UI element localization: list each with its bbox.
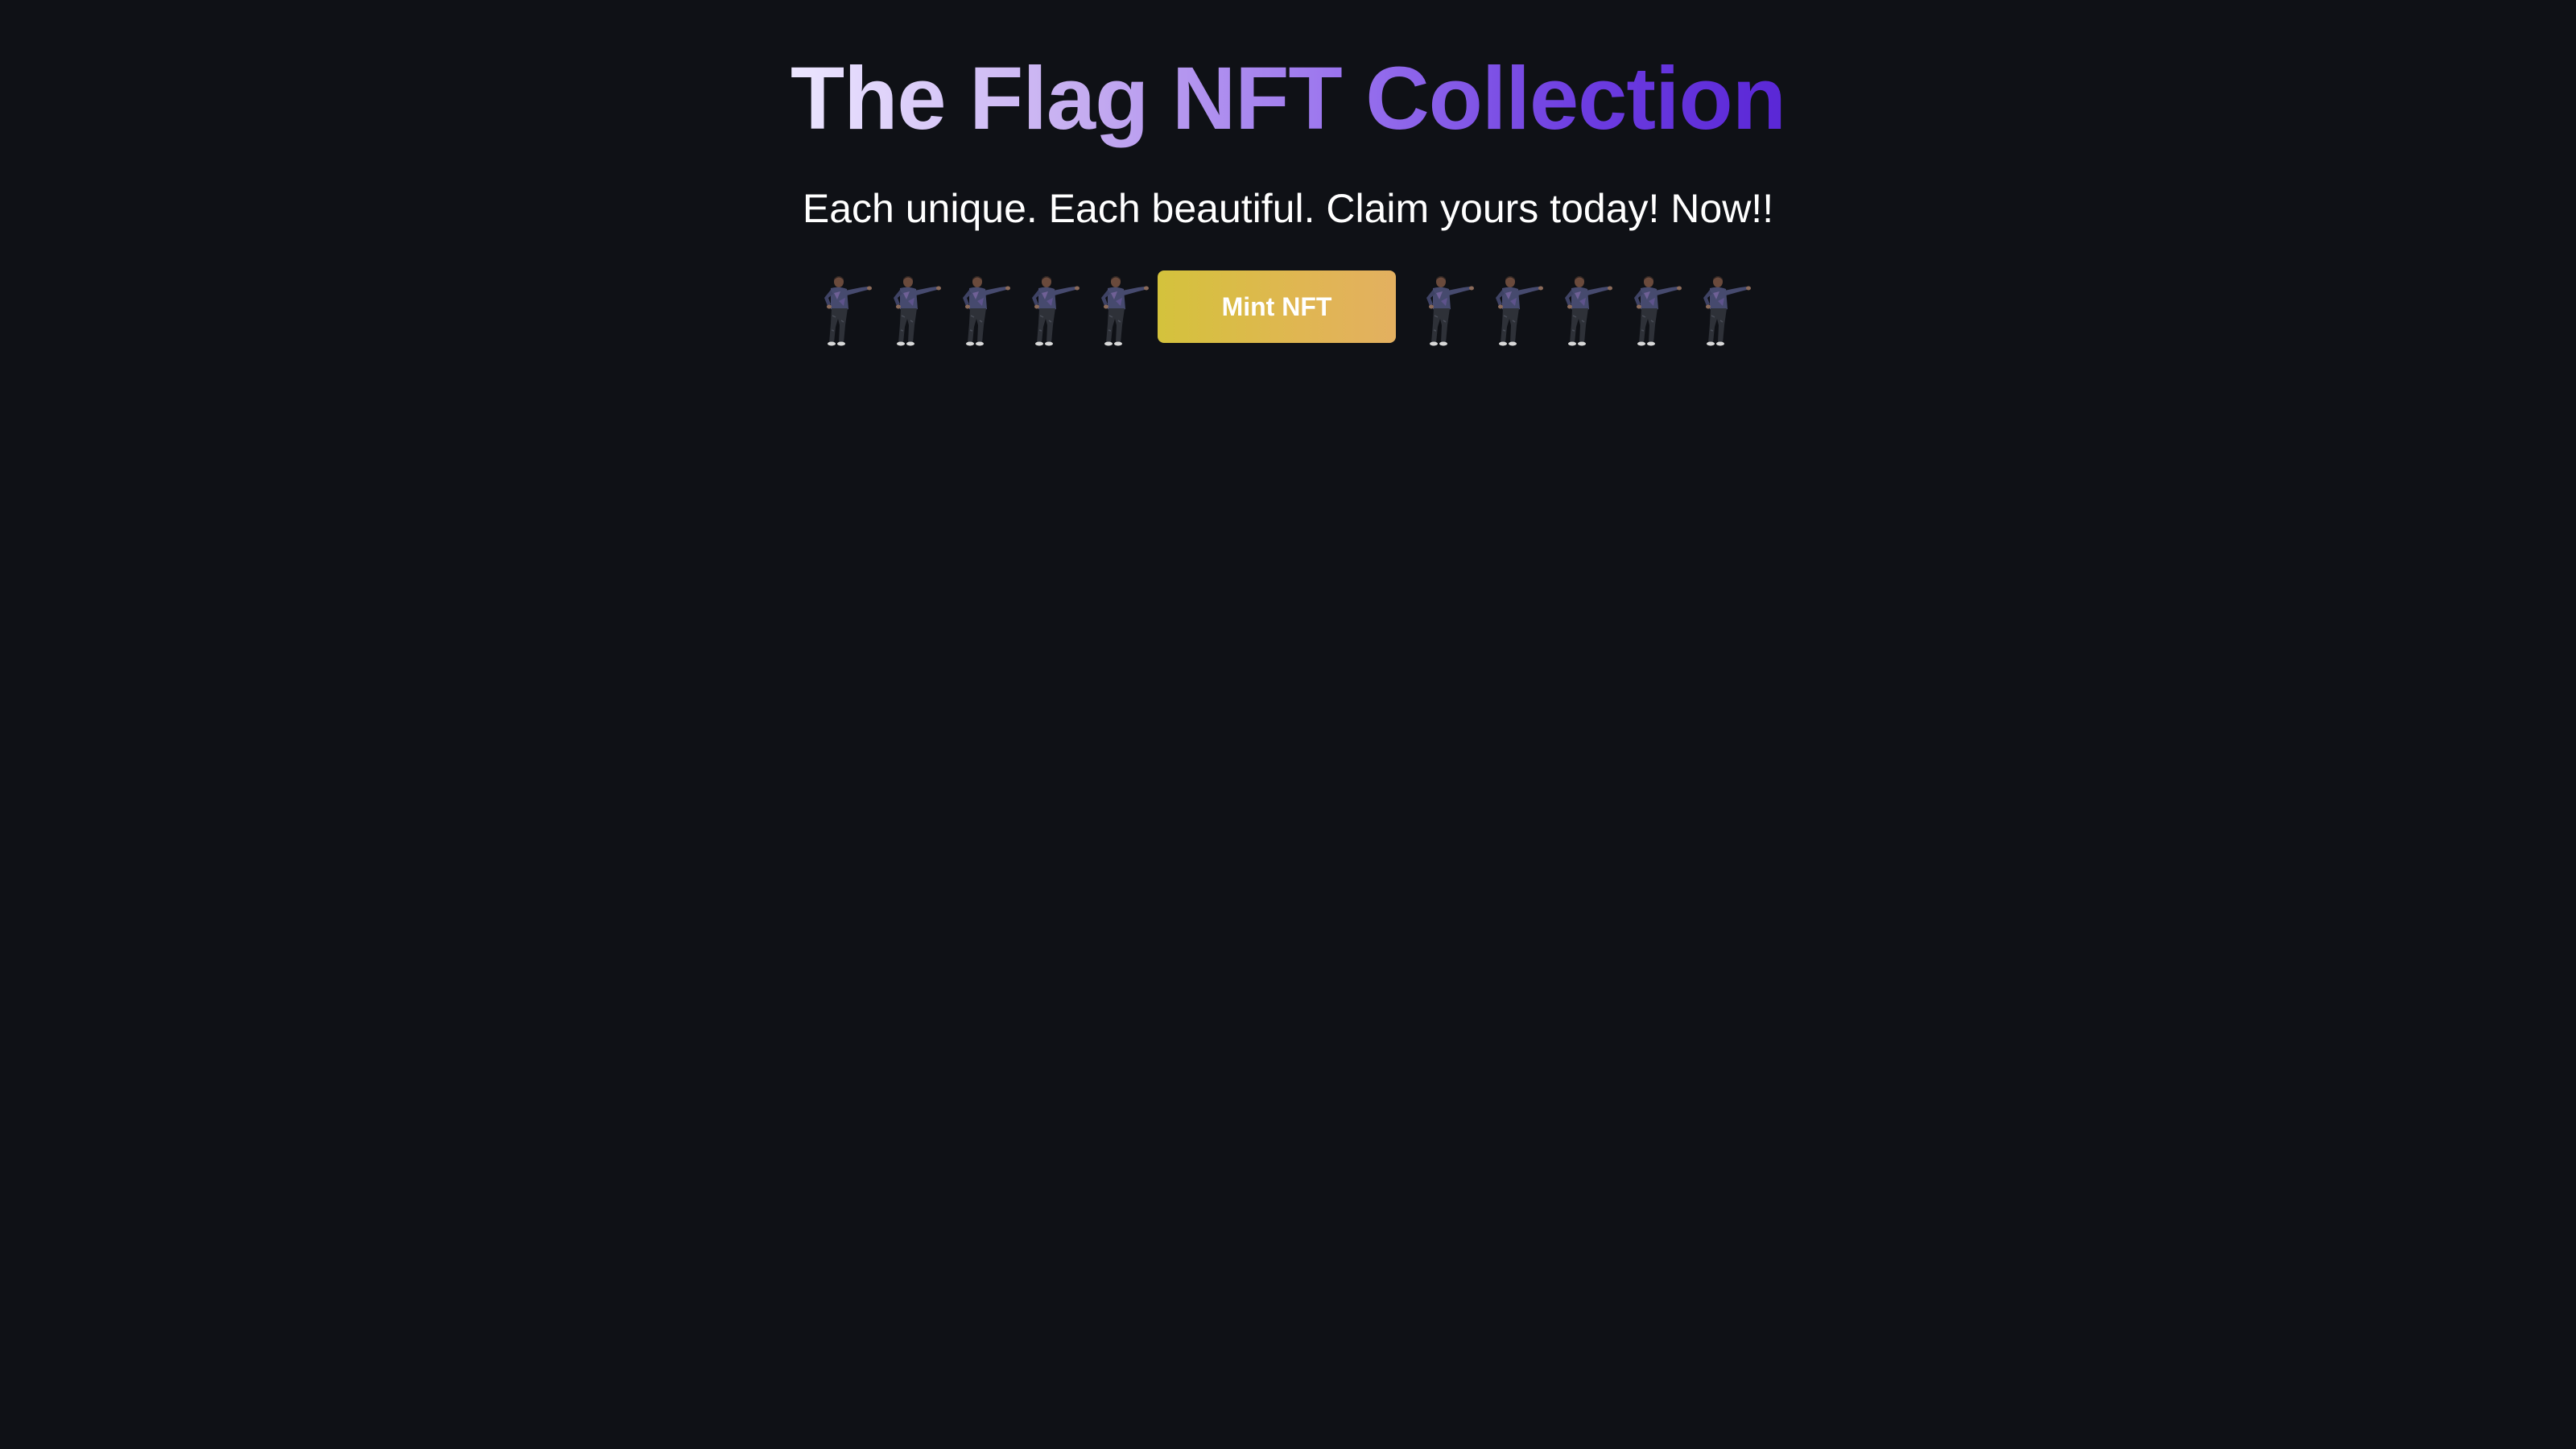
- page-title: The Flag NFT Collection: [0, 47, 2576, 151]
- landing-page: The Flag NFT Collection Each unique. Eac…: [0, 0, 2576, 1449]
- page-subtitle: Each unique. Each beautiful. Claim yours…: [802, 186, 1774, 231]
- dancing-man-icon: [1557, 274, 1613, 346]
- dancing-man-icon: [1488, 274, 1544, 346]
- dancing-man-icon: [955, 274, 1011, 346]
- dancing-man-icon: [886, 274, 942, 346]
- dancing-man-icon: [1418, 274, 1475, 346]
- dancing-man-icon: [1024, 274, 1080, 346]
- page-title-text: The Flag NFT Collection: [791, 49, 1786, 148]
- dancing-man-icon: [1626, 274, 1682, 346]
- dancing-man-icon: [1695, 274, 1752, 346]
- mint-row: Mint NFT: [816, 270, 1760, 348]
- dancing-man-icon: [816, 274, 873, 346]
- dancing-man-icon: [1093, 274, 1150, 346]
- mint-nft-button[interactable]: Mint NFT: [1158, 270, 1396, 343]
